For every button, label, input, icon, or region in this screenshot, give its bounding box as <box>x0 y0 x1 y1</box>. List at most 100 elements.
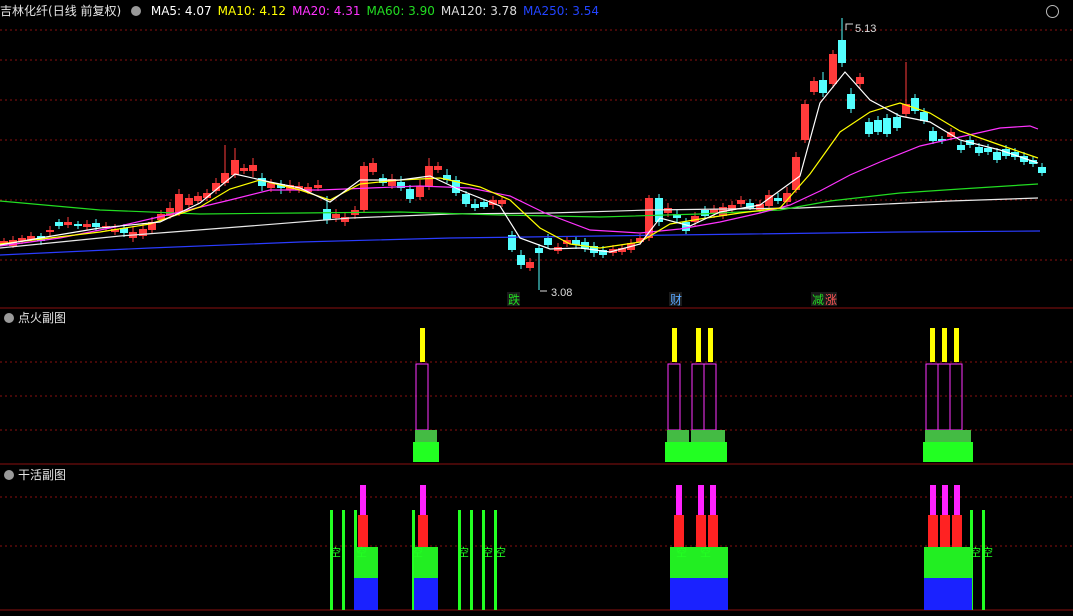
ignition-lime-bar <box>923 442 973 462</box>
work-blue-block <box>670 578 694 610</box>
work-blue-block <box>924 578 972 610</box>
stock-chart-window: 5.13 3.08 跌财减涨空空空空空空空空空空 吉林化纤(日线 前复权) MA5:… <box>0 0 1073 616</box>
candle-body <box>55 222 63 226</box>
work-magenta-bar <box>710 485 716 515</box>
work-mark-label: 空 <box>482 545 493 559</box>
candle-body <box>480 202 488 207</box>
candle-body <box>240 168 248 171</box>
work-red-bar <box>358 515 368 547</box>
work-mark-label: 空 <box>700 545 711 559</box>
high-marker <box>845 23 853 30</box>
work-mark-label: 空 <box>676 545 687 559</box>
candle-body <box>737 200 745 204</box>
work-magenta-bar <box>930 485 936 515</box>
sub-chart-1-title[interactable]: 点火副图 <box>4 310 66 326</box>
ignition-yellow-bar <box>672 328 677 362</box>
work-magenta-bar <box>676 485 682 515</box>
work-blue-block <box>354 578 378 610</box>
event-tag: 减 <box>812 293 824 307</box>
ignition-magenta-box <box>949 363 963 431</box>
work-red-bar <box>928 515 938 547</box>
work-green-line <box>330 510 333 610</box>
candle-body <box>64 222 72 225</box>
work-mark-label: 空 <box>330 545 341 559</box>
candle-body <box>526 262 534 268</box>
chevron-down-icon[interactable] <box>131 5 142 16</box>
candle-body <box>929 131 937 141</box>
stock-name: 吉林化纤 <box>0 4 49 18</box>
ignition-yellow-bar <box>954 328 959 362</box>
ignition-lime-bar <box>665 442 691 462</box>
candle-body <box>406 189 414 199</box>
chart-canvas: 5.133.08跌财减涨空空空空空空空空空空 <box>0 18 1073 611</box>
candle-body <box>847 94 855 109</box>
ignition-yellow-bar <box>696 328 701 362</box>
work-red-bar <box>952 515 962 547</box>
ma-legend-item: MA120: 3.78 <box>440 4 517 18</box>
candle-body <box>544 238 552 245</box>
work-red-bar <box>674 515 684 547</box>
ignition-magenta-box <box>667 363 681 431</box>
candle-body <box>369 163 377 172</box>
ignition-green-bar <box>925 430 971 442</box>
work-blue-block <box>414 578 438 610</box>
candle-body <box>1038 167 1046 173</box>
work-magenta-bar <box>360 485 366 515</box>
candle-body <box>323 209 331 220</box>
work-red-bar <box>696 515 706 547</box>
candle-body <box>434 166 442 170</box>
ignition-magenta-box <box>703 363 717 431</box>
candle-body <box>984 148 992 152</box>
work-magenta-bar <box>420 485 426 515</box>
ignition-magenta-box <box>691 363 705 431</box>
ignition-magenta-box <box>925 363 939 431</box>
candle-body <box>46 230 54 232</box>
candle-body <box>664 208 672 213</box>
ignition-yellow-bar <box>942 328 947 362</box>
ignition-green-bar <box>415 430 437 442</box>
sub-chart-2-title[interactable]: 干活副图 <box>4 467 66 483</box>
ma-legend-item: MA250: 3.54 <box>522 4 599 18</box>
candle-body <box>83 224 91 227</box>
work-magenta-bar <box>698 485 704 515</box>
work-mark-label: 空 <box>982 545 993 559</box>
settings-icon[interactable] <box>1046 5 1059 18</box>
ignition-lime-bar <box>689 442 727 462</box>
event-tag: 财 <box>670 293 682 307</box>
candle-body <box>774 198 782 201</box>
chevron-down-icon[interactable] <box>4 312 14 323</box>
work-magenta-bar <box>942 485 948 515</box>
work-green-block <box>924 547 972 578</box>
candle-body <box>498 200 506 204</box>
candle-body <box>993 152 1001 160</box>
chevron-down-icon[interactable] <box>4 469 14 480</box>
candle-body <box>838 40 846 63</box>
ignition-yellow-bar <box>420 328 425 362</box>
ignition-magenta-box <box>937 363 951 431</box>
work-mark-label: 空 <box>412 545 423 559</box>
work-red-bar <box>708 515 718 547</box>
candle-body <box>74 224 82 226</box>
candle-body <box>810 81 818 92</box>
work-mark-label: 空 <box>356 545 367 559</box>
ignition-green-bar <box>691 430 725 442</box>
work-green-line <box>494 510 497 610</box>
candle-body <box>829 54 837 84</box>
event-tag: 涨 <box>825 292 837 307</box>
candle-body <box>682 222 690 231</box>
work-green-line <box>458 510 461 610</box>
candle-body <box>701 210 709 216</box>
work-red-bar <box>940 515 950 547</box>
low-price-label: 3.08 <box>551 287 572 299</box>
candle-body <box>535 248 543 253</box>
main-chart-header: 吉林化纤(日线 前复权) MA5: 4.07 MA10: 4.12 MA20: 4.… <box>0 0 1073 22</box>
event-tag: 跌 <box>508 292 520 307</box>
candle-body <box>975 147 983 153</box>
ma250-line <box>0 230 1041 256</box>
work-mark-label: 空 <box>970 545 981 559</box>
ignition-magenta-box <box>415 363 429 431</box>
candle-body <box>462 194 470 204</box>
candle-body <box>856 77 864 84</box>
candle-body <box>957 145 965 150</box>
ignition-lime-bar <box>413 442 439 462</box>
